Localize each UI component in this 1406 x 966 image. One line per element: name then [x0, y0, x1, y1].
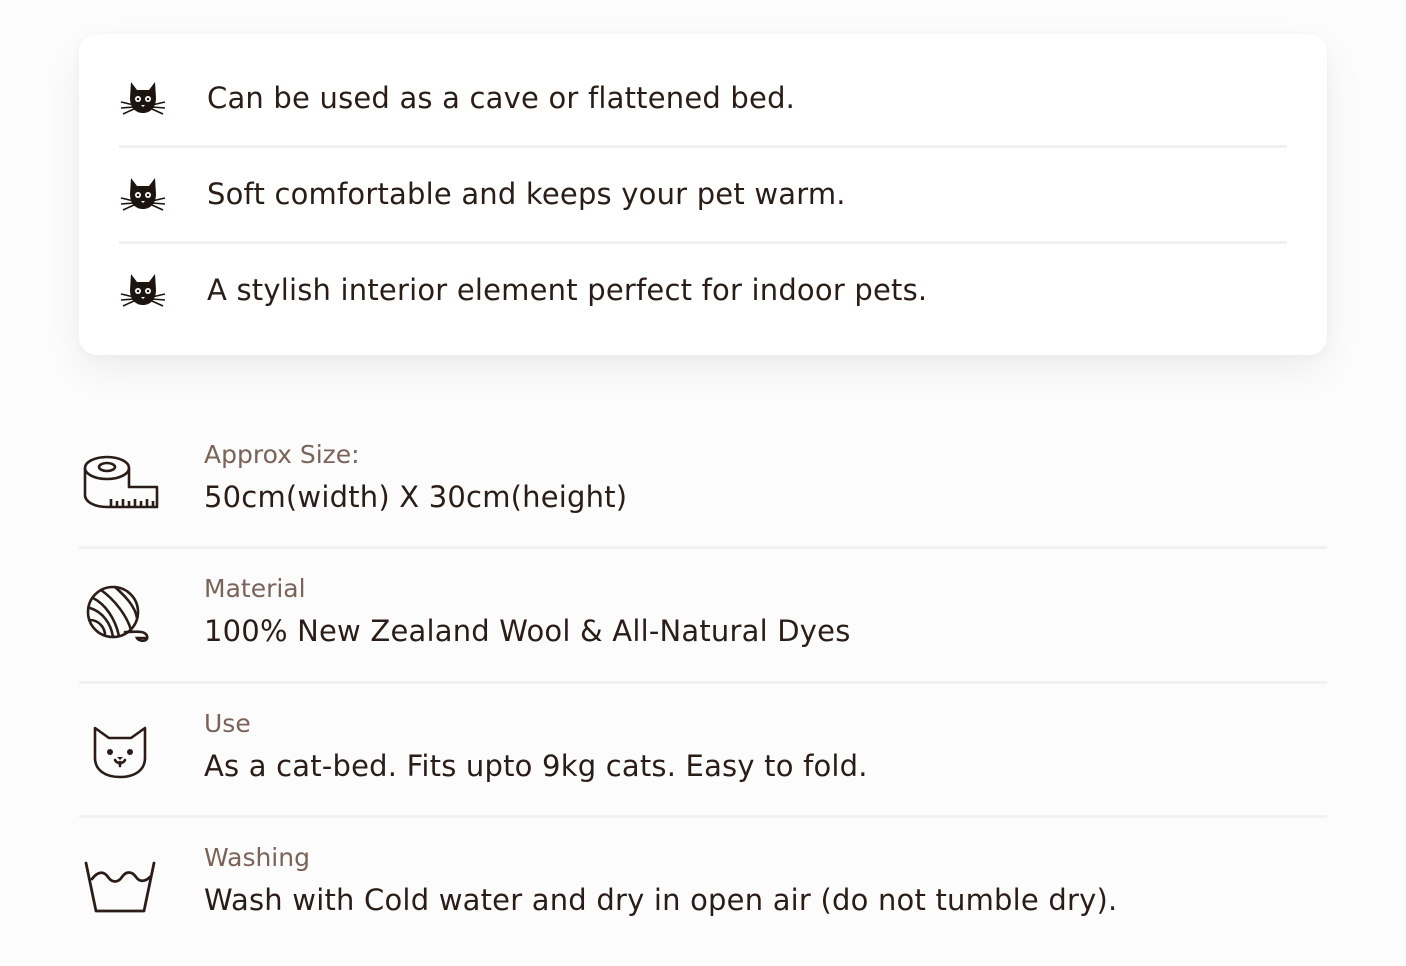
spec-washing: Washing Wash with Cold water and dry in … [79, 823, 1327, 957]
feature-item: A stylish interior element perfect for i… [119, 242, 1287, 338]
spec-value: Wash with Cold water and dry in open air… [204, 883, 1118, 917]
wash-basin-icon [79, 851, 161, 921]
spec-label: Approx Size: [204, 440, 360, 469]
feature-text: A stylish interior element perfect for i… [207, 273, 928, 307]
cat-head-icon [119, 174, 167, 214]
cat-head-icon [119, 78, 167, 118]
cat-head-icon [119, 270, 167, 310]
feature-text: Can be used as a cave or flattened bed. [207, 81, 796, 115]
cat-face-icon [79, 716, 161, 786]
spec-label: Material [204, 574, 306, 603]
measuring-tape-icon [79, 447, 161, 517]
spec-size: Approx Size: 50cm(width) X 30cm(height) [79, 420, 1327, 554]
features-card: Can be used as a cave or flattened bed. … [79, 34, 1327, 355]
divider [79, 681, 1327, 684]
spec-label: Use [204, 709, 251, 738]
spec-value: As a cat-bed. Fits upto 9kg cats. Easy t… [204, 749, 868, 783]
divider [79, 815, 1327, 818]
feature-text: Soft comfortable and keeps your pet warm… [207, 177, 846, 211]
spec-label: Washing [204, 843, 310, 872]
divider [79, 546, 1327, 549]
spec-use: Use As a cat-bed. Fits upto 9kg cats. Ea… [79, 689, 1327, 823]
spec-material: Material 100% New Zealand Wool & All-Nat… [79, 554, 1327, 688]
feature-item: Can be used as a cave or flattened bed. [119, 50, 1287, 146]
spec-value: 50cm(width) X 30cm(height) [204, 480, 628, 514]
yarn-ball-icon [79, 579, 161, 649]
spec-value: 100% New Zealand Wool & All-Natural Dyes [204, 614, 851, 648]
feature-item: Soft comfortable and keeps your pet warm… [119, 146, 1287, 242]
